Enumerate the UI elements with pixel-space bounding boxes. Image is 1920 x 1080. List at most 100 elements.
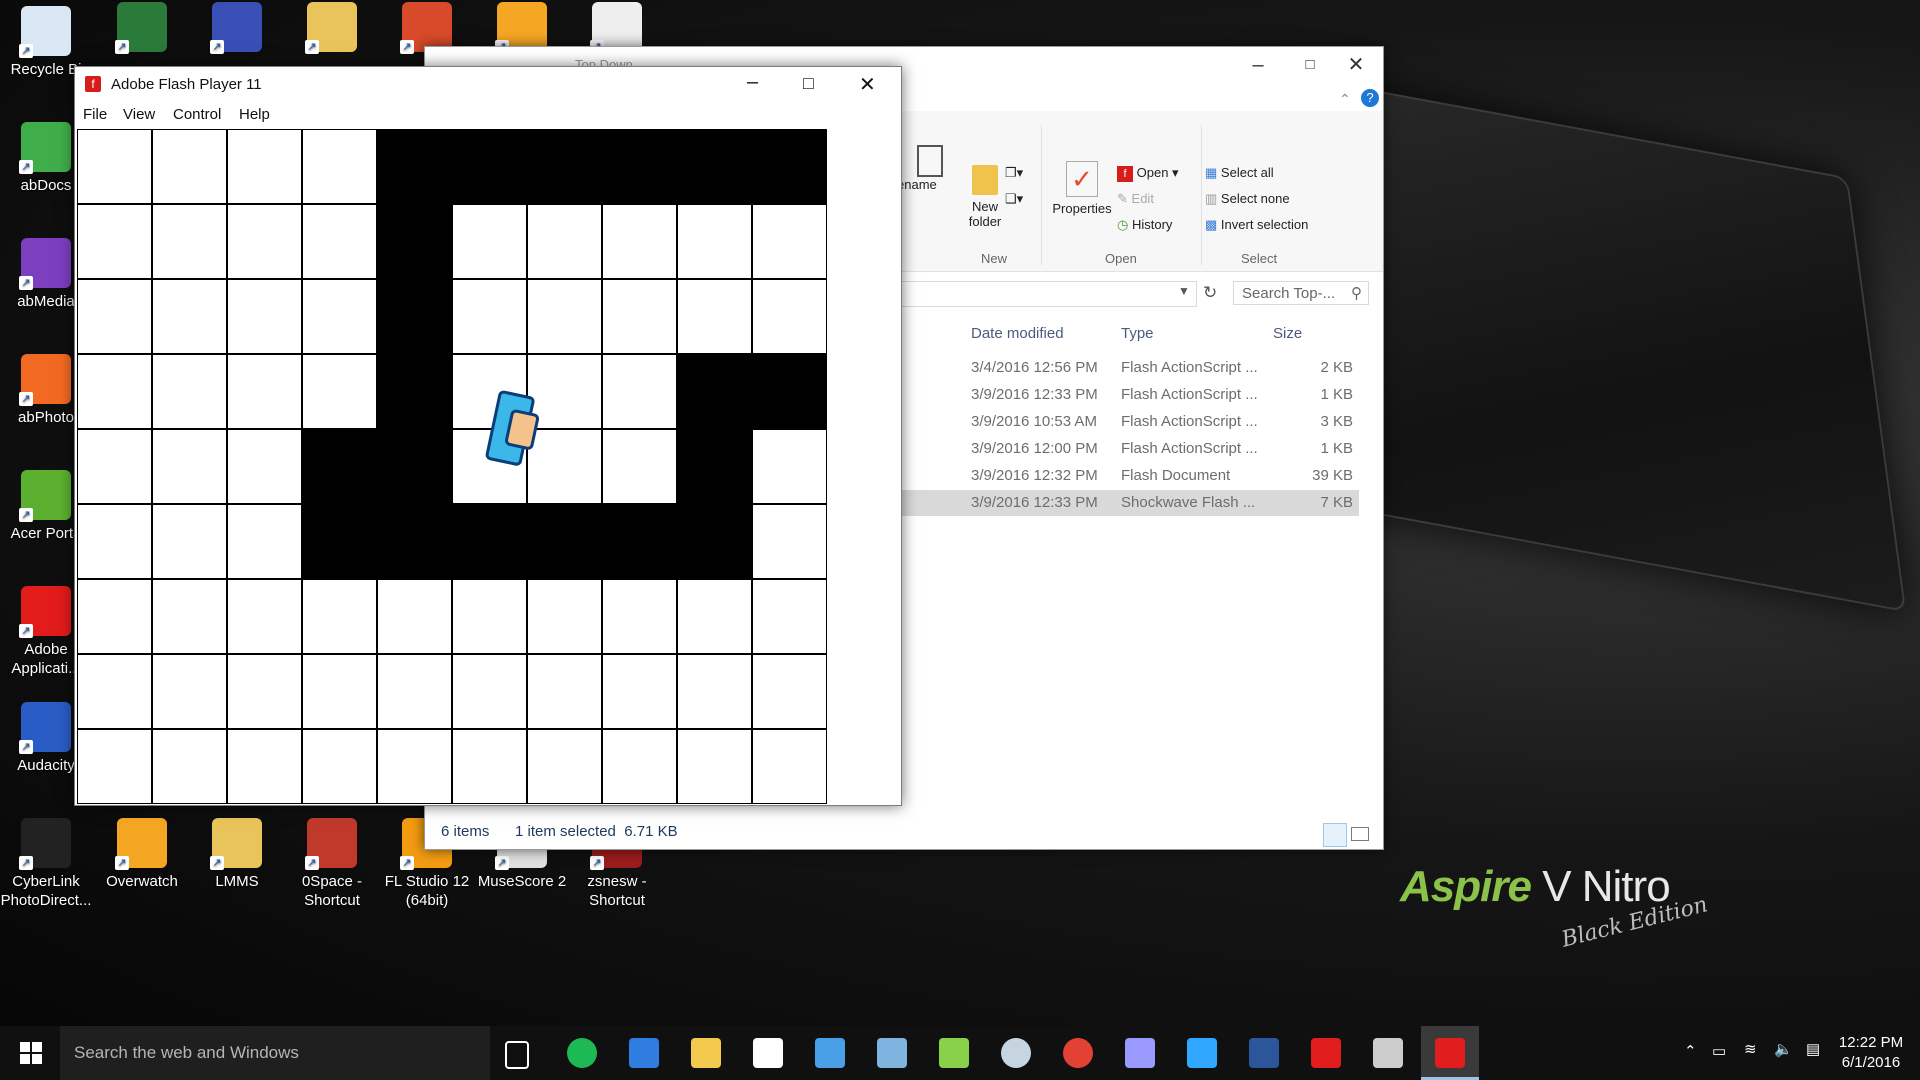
chevron-down-icon[interactable]: ▼ <box>1178 284 1190 298</box>
store-icon[interactable] <box>753 1038 783 1068</box>
new-folder-label: New folder <box>968 199 1002 229</box>
menu-control[interactable]: Control <box>173 106 221 123</box>
desktop-icon[interactable]: ↗ LMMS <box>191 818 283 891</box>
clock-time[interactable]: 12:22 PM <box>1836 1034 1906 1051</box>
floor-tile <box>752 729 827 804</box>
flash-pro-icon[interactable] <box>1311 1038 1341 1068</box>
properties-button[interactable]: ✓ Properties <box>1050 161 1114 216</box>
desktop-icon[interactable]: ↗ <box>96 2 188 56</box>
chevron-up-icon[interactable]: ⌃ <box>1684 1042 1697 1060</box>
floor-tile <box>302 279 377 354</box>
desktop-icon-label: MuseScore 2 <box>477 873 567 890</box>
cloud-icon[interactable] <box>939 1038 969 1068</box>
battery-icon[interactable]: ▭ <box>1712 1042 1726 1060</box>
flash-player-icon[interactable] <box>1435 1038 1465 1068</box>
news-icon[interactable] <box>877 1038 907 1068</box>
folder-icon <box>972 165 998 195</box>
desktop-icon[interactable]: ↗ CyberLink PhotoDirect... <box>0 818 92 910</box>
file-row[interactable]: 3/9/2016 10:53 AM Flash ActionScript ... 3… <box>901 409 1359 435</box>
edit-button[interactable]: ✎ Edit <box>1117 191 1154 207</box>
file-type: Flash Document <box>1121 467 1231 484</box>
chrome-icon[interactable] <box>1063 1038 1093 1068</box>
new-folder-button[interactable]: New folder <box>960 165 1010 229</box>
photoshop-icon[interactable] <box>1187 1038 1217 1068</box>
floor-tile <box>227 504 302 579</box>
floor-tile <box>752 279 827 354</box>
rename-button[interactable]: ename <box>897 145 943 192</box>
maximize-button[interactable]: □ <box>803 73 814 94</box>
floor-tile <box>152 354 227 429</box>
desktop-icon[interactable]: ↗ Overwatch <box>96 818 188 891</box>
close-button[interactable]: ✕ <box>1333 51 1379 79</box>
column-type[interactable]: Type <box>1121 325 1154 342</box>
task-view-icon[interactable] <box>505 1041 529 1069</box>
spotify-icon[interactable] <box>567 1038 597 1068</box>
floor-tile <box>77 129 152 204</box>
app-icon[interactable] <box>815 1038 845 1068</box>
new-item-button[interactable]: ❐▾ <box>1005 165 1023 181</box>
column-date-modified[interactable]: Date modified <box>971 325 1064 342</box>
history-label: History <box>1131 217 1173 232</box>
file-explorer-icon[interactable] <box>691 1038 721 1068</box>
menu-help[interactable]: Help <box>239 106 270 123</box>
game-stage[interactable] <box>77 129 901 805</box>
file-size: 3 KB <box>1320 413 1353 430</box>
open-button[interactable]: f Open ▾ <box>1117 165 1179 182</box>
help-icon[interactable]: ? <box>1361 89 1379 107</box>
select-all-button[interactable]: ▦ Select all <box>1205 165 1274 181</box>
easy-access-button[interactable]: ❑▾ <box>1005 191 1023 207</box>
clock-date[interactable]: 6/1/2016 <box>1836 1054 1906 1071</box>
menu-view[interactable]: View <box>123 106 155 123</box>
collapse-ribbon-icon[interactable]: ⌃ <box>1339 91 1351 108</box>
floor-tile <box>77 729 152 804</box>
floor-tile <box>152 504 227 579</box>
column-size[interactable]: Size <box>1273 325 1302 342</box>
minimize-button[interactable]: – <box>747 71 758 94</box>
search-input[interactable]: Search Top-... ⚲ <box>1233 281 1369 305</box>
floor-tile <box>227 654 302 729</box>
file-row[interactable]: 3/4/2016 12:56 PM Flash ActionScript ... 2… <box>901 355 1359 381</box>
steam-icon[interactable] <box>1001 1038 1031 1068</box>
desktop-icon[interactable]: ↗ <box>191 2 283 56</box>
edit-icon: ✎ <box>1117 191 1128 206</box>
large-icons-view-icon[interactable] <box>1351 827 1369 841</box>
shortcut-arrow-icon: ↗ <box>19 856 33 870</box>
invert-selection-button[interactable]: ▩ Invert selection <box>1205 217 1308 233</box>
file-row[interactable]: 3/9/2016 12:33 PM Shockwave Flash ... 7 KB <box>901 490 1359 516</box>
wall-tile <box>302 429 377 504</box>
wifi-icon[interactable]: ≋ <box>1744 1040 1757 1058</box>
file-size: 39 KB <box>1312 467 1353 484</box>
file-row[interactable]: 3/9/2016 12:33 PM Flash ActionScript ... 1… <box>901 382 1359 408</box>
status-items: 6 items <box>441 823 490 840</box>
notifications-icon[interactable]: ▤ <box>1806 1040 1820 1058</box>
after-effects-icon[interactable] <box>1125 1038 1155 1068</box>
menu-file[interactable]: File <box>83 106 107 123</box>
file-row[interactable]: 3/9/2016 12:00 PM Flash ActionScript ... 1… <box>901 436 1359 462</box>
start-button[interactable] <box>20 1042 42 1064</box>
refresh-icon[interactable]: ↻ <box>1203 283 1217 303</box>
history-icon: ◷ <box>1117 217 1129 232</box>
flash-player-window[interactable]: f Adobe Flash Player 11 – □ ✕ File View Co… <box>74 66 902 806</box>
history-button[interactable]: ◷ History <box>1117 217 1172 233</box>
close-button[interactable]: ✕ <box>859 72 876 97</box>
maximize-button[interactable]: □ <box>1287 51 1333 79</box>
floor-tile <box>452 279 527 354</box>
app-icon[interactable] <box>1373 1038 1403 1068</box>
flash-title-bar[interactable]: f Adobe Flash Player 11 – □ ✕ <box>75 67 901 101</box>
floor-tile <box>152 729 227 804</box>
word-icon[interactable] <box>1249 1038 1279 1068</box>
desktop-icon[interactable]: ↗ 0Space - Shortcut <box>286 818 378 910</box>
edge-icon[interactable] <box>629 1038 659 1068</box>
group-new-label: New <box>981 251 1008 266</box>
details-view-icon[interactable] <box>1323 823 1347 847</box>
minimize-button[interactable]: – <box>1235 51 1281 79</box>
desktop-icon[interactable]: ↗ <box>286 2 378 56</box>
select-none-button[interactable]: ▥ Select none <box>1205 191 1290 207</box>
overwatch-icon: ↗ <box>115 818 167 870</box>
volume-icon[interactable]: 🔈 <box>1774 1040 1793 1058</box>
file-row[interactable]: 3/9/2016 12:32 PM Flash Document 39 KB <box>901 463 1359 489</box>
shortcut-arrow-icon: ↗ <box>115 856 129 870</box>
ribbon-separator <box>1041 125 1042 265</box>
floor-tile <box>677 204 752 279</box>
taskbar-search-input[interactable]: Search the web and Windows <box>60 1026 490 1080</box>
